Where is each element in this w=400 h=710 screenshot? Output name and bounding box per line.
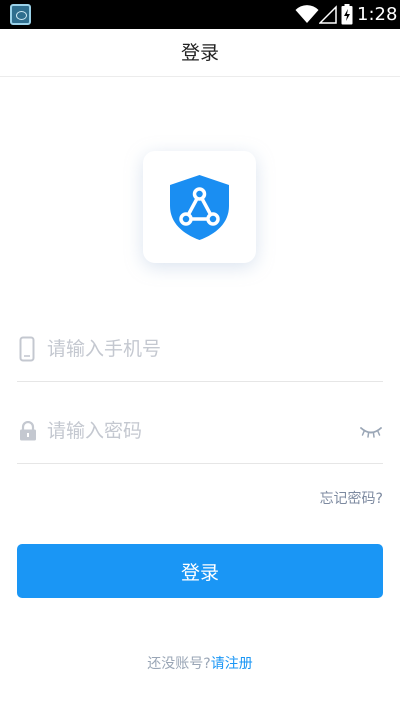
eye-closed-icon[interactable] [359,424,383,440]
page-title: 登录 [180,42,219,64]
status-bar: 1:28 [0,0,400,29]
phone-field [17,318,383,382]
battery-charging-icon [341,4,353,25]
forgot-password-link[interactable]: 忘记密码? [320,489,383,509]
lock-icon [20,421,36,441]
signal-icon [319,5,337,24]
password-field [17,400,383,464]
shield-network-icon [170,175,229,240]
app-logo [143,151,256,263]
register-row: 还没账号?请注册 [0,654,400,674]
password-input[interactable] [47,412,347,450]
login-button[interactable]: 登录 [17,544,383,598]
register-prompt: 还没账号? [147,656,211,672]
app-icon [10,4,31,25]
wifi-icon [295,5,319,23]
phone-icon [19,336,35,362]
status-time: 1:28 [357,4,398,25]
app-header: 登录 [0,29,400,77]
register-link[interactable]: 请注册 [211,656,253,672]
phone-input[interactable] [47,330,347,368]
